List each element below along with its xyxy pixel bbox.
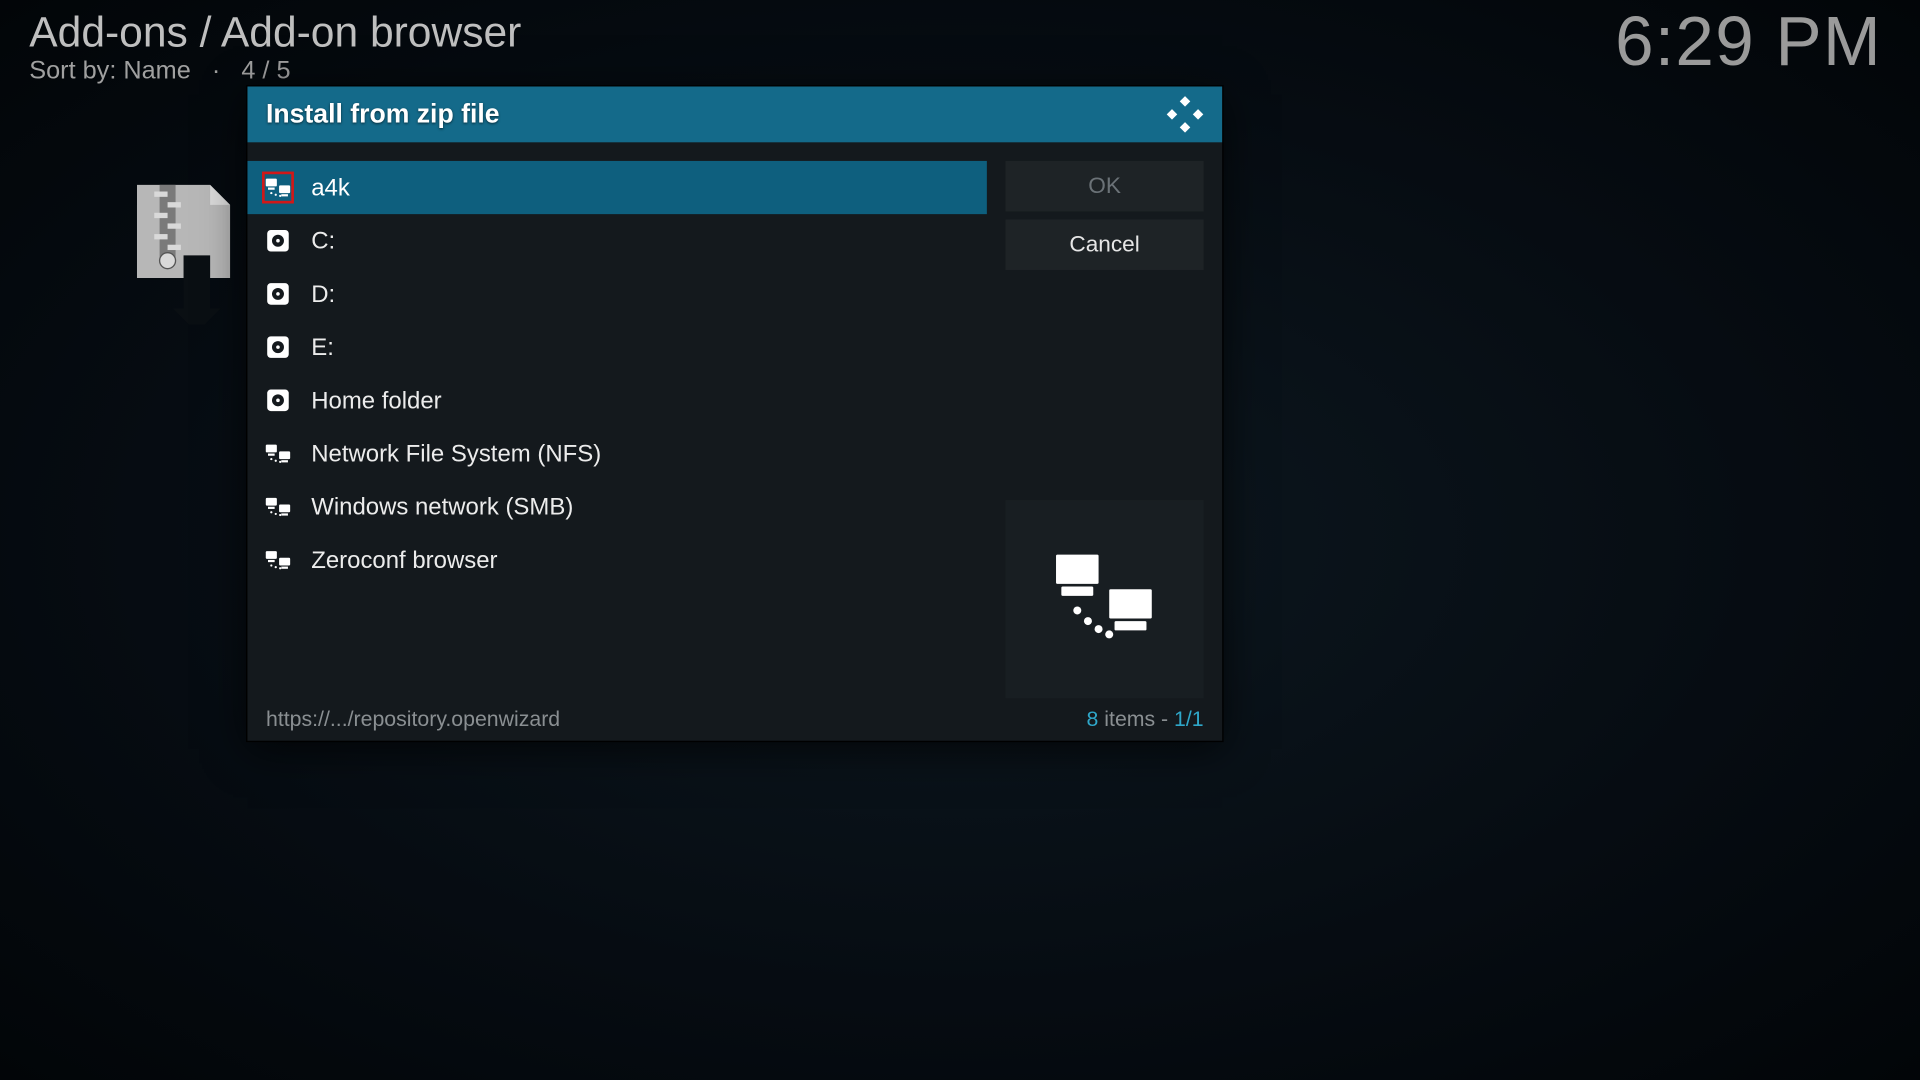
network-icon <box>263 439 292 468</box>
source-item[interactable]: Windows network (SMB) <box>247 480 986 533</box>
source-item-label: Home folder <box>311 386 441 414</box>
source-item[interactable]: C: <box>247 214 986 267</box>
source-item[interactable]: Zeroconf browser <box>247 533 986 586</box>
clock: 6:29 PM <box>1615 3 1882 83</box>
source-item[interactable]: D: <box>247 267 986 320</box>
network-icon <box>263 173 292 202</box>
source-item-label: a4k <box>311 174 350 202</box>
dialog-titlebar: Install from zip file <box>247 86 1222 142</box>
source-item[interactable]: a4k <box>247 161 986 214</box>
zip-file-icon <box>130 178 243 331</box>
disk-icon <box>263 333 292 362</box>
source-item[interactable]: E: <box>247 321 986 374</box>
install-zip-dialog: Install from zip file a4k C: D: E: Home fold… <box>247 86 1222 740</box>
source-item[interactable]: Home folder <box>247 374 986 427</box>
ok-button[interactable]: OK <box>1005 161 1203 212</box>
source-item-label: E: <box>311 333 334 361</box>
network-icon <box>263 492 292 521</box>
disk-icon <box>263 226 292 255</box>
network-icon <box>263 545 292 574</box>
footer-count: 8 items - 1/1 <box>1087 709 1204 733</box>
dialog-title: Install from zip file <box>266 99 500 130</box>
sort-info: Sort by: Name · 4 / 5 <box>29 57 1882 86</box>
source-item[interactable]: Network File System (NFS) <box>247 427 986 480</box>
source-item-label: Zeroconf browser <box>311 546 497 574</box>
source-item-label: Windows network (SMB) <box>311 493 573 521</box>
source-item-label: Network File System (NFS) <box>311 440 601 468</box>
preview-thumbnail <box>1005 500 1203 698</box>
source-item-label: D: <box>311 280 335 308</box>
source-list: a4k C: D: E: Home folder Network File System … <box>247 161 986 701</box>
kodi-logo-icon <box>1166 96 1203 133</box>
cancel-button[interactable]: Cancel <box>1005 219 1203 270</box>
footer-path: https://.../repository.openwizard <box>266 709 560 733</box>
source-item-label: C: <box>311 227 335 255</box>
disk-icon <box>263 279 292 308</box>
breadcrumb: Add-ons / Add-on browser <box>29 8 1882 57</box>
disk-icon <box>263 386 292 415</box>
